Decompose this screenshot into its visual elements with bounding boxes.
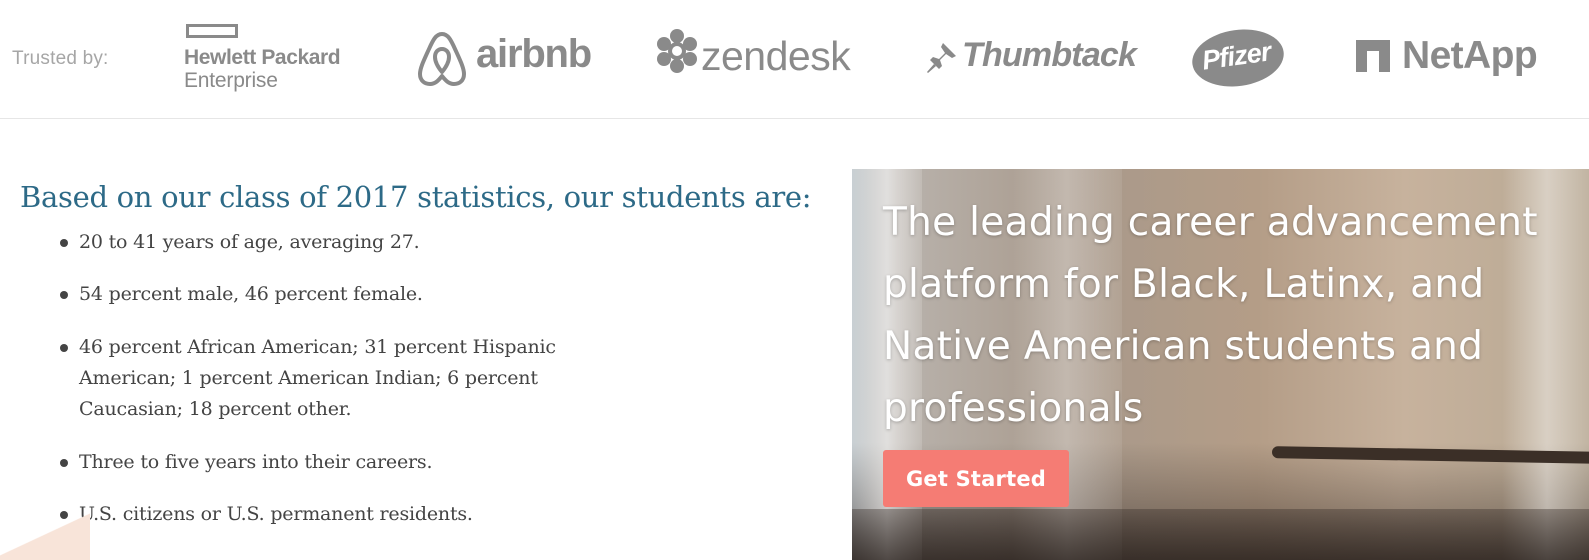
- bullet-icon: [60, 459, 68, 467]
- logo-pfizer: Pfizer: [1188, 23, 1288, 93]
- list-item-text: 54 percent male, 46 percent female.: [79, 283, 423, 305]
- bullet-icon: [60, 239, 68, 247]
- bullet-icon: [60, 344, 68, 352]
- trusted-by-label: Trusted by:: [12, 48, 109, 69]
- netapp-wordmark: NetApp: [1402, 34, 1538, 77]
- decorative-corner-shape: [0, 508, 90, 560]
- airbnb-wordmark: airbnb: [476, 32, 592, 76]
- list-item: Three to five years into their careers.: [60, 447, 599, 478]
- statistics-heading: Based on our class of 2017 statistics, o…: [20, 180, 812, 214]
- hero-background-shadow: [852, 509, 1589, 560]
- hpe-rectangle-icon: [186, 24, 238, 38]
- list-item: 46 percent African American; 31 percent …: [60, 332, 599, 425]
- list-item-text: Three to five years into their careers.: [79, 451, 433, 473]
- logo-netapp: NetApp: [1356, 34, 1556, 82]
- bullet-icon: [60, 291, 68, 299]
- get-started-button[interactable]: Get Started: [883, 450, 1069, 507]
- hero-banner: The leading career advancement platform …: [852, 169, 1589, 560]
- logo-airbnb: airbnb: [416, 28, 592, 88]
- pushpin-icon: [927, 43, 956, 73]
- class-statistics-section: Based on our class of 2017 statistics, o…: [20, 180, 830, 525]
- list-item-text: U.S. citizens or U.S. permanent resident…: [79, 503, 473, 525]
- list-item: 54 percent male, 46 percent female.: [60, 279, 599, 310]
- list-item: U.S. citizens or U.S. permanent resident…: [60, 499, 599, 530]
- logo-zendesk: zendesk: [656, 27, 856, 87]
- hpe-logo-line2: Enterprise: [184, 69, 278, 92]
- logo-hewlett-packard-enterprise: Hewlett Packard Enterprise: [184, 22, 349, 94]
- airbnb-belo-icon: [418, 32, 466, 86]
- hero-title: The leading career advancement platform …: [883, 200, 1538, 431]
- zendesk-wordmark: zendesk: [701, 33, 851, 79]
- thumbtack-wordmark: Thumbtack: [962, 36, 1137, 74]
- logo-thumbtack: Thumbtack: [924, 36, 1137, 86]
- list-item-text: 20 to 41 years of age, averaging 27.: [79, 231, 420, 253]
- list-item-text: 46 percent African American; 31 percent …: [79, 336, 556, 420]
- hpe-logo-line1: Hewlett Packard: [184, 46, 341, 69]
- zendesk-flower-icon: [657, 29, 697, 73]
- trusted-by-logo-strip: Trusted by: Hewlett Packard Enterprise a…: [0, 0, 1589, 119]
- netapp-n-icon: [1356, 40, 1390, 72]
- list-item: 20 to 41 years of age, averaging 27.: [60, 227, 599, 258]
